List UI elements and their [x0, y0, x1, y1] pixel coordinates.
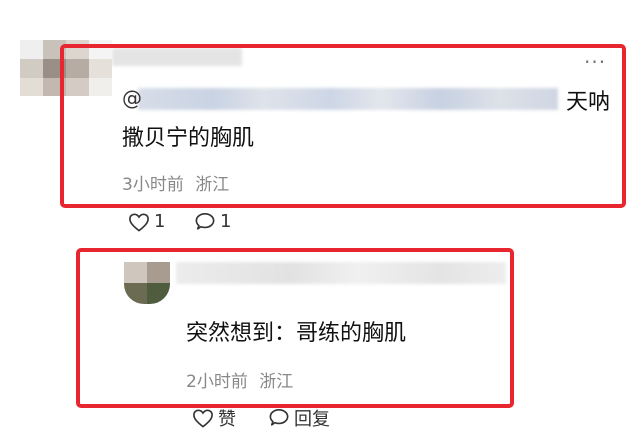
like-button[interactable]: 赞 — [192, 405, 236, 431]
comment-meta: 3小时前 浙江 — [122, 170, 229, 195]
comment-location: 浙江 — [259, 372, 294, 392]
comment-bubble-icon — [194, 212, 216, 232]
like-label: 赞 — [218, 409, 236, 430]
avatar[interactable] — [124, 262, 170, 304]
reply-button[interactable]: 回复 — [268, 405, 330, 431]
heart-icon — [128, 212, 150, 232]
comment-meta: 2小时前 浙江 — [186, 367, 293, 392]
comment-text-tail: 天呐 — [566, 90, 611, 115]
reply-text: 突然想到：哥练的胸肌 — [186, 321, 407, 346]
reply-button[interactable]: 1 — [194, 211, 231, 232]
comment-time: 3小时前 — [122, 175, 184, 195]
reply-count: 1 — [220, 211, 232, 232]
mention-prefix[interactable]: @ — [122, 86, 142, 110]
heart-icon — [192, 408, 214, 428]
reply-label: 回复 — [294, 409, 330, 430]
comment-location: 浙江 — [195, 175, 230, 195]
like-count: 1 — [154, 211, 166, 232]
like-button[interactable]: 1 — [128, 211, 165, 232]
comment-bubble-icon — [268, 408, 290, 428]
comment-time: 2小时前 — [186, 372, 248, 392]
comment-text: 撒贝宁的胸肌 — [122, 126, 255, 151]
